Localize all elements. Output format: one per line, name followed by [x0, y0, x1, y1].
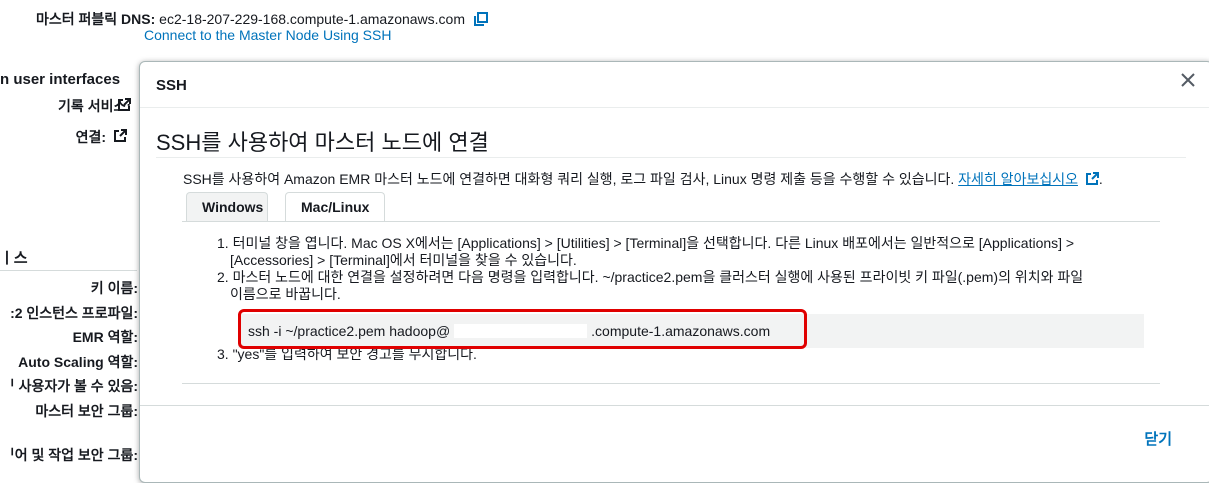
ec2-instance-profile-label: :2 인스턴스 프로파일: [10, 305, 138, 321]
modal-heading: SSH를 사용하여 마스터 노드에 연결 [156, 130, 489, 155]
section-divider [0, 270, 137, 271]
learn-more-link[interactable]: 자세히 알아보십시오 [958, 171, 1078, 187]
close-button[interactable]: 닫기 [1144, 428, 1172, 449]
connection-label: 연결: [75, 129, 106, 145]
copy-icon[interactable] [473, 12, 488, 26]
key-name-label: 키 이름: [90, 280, 138, 296]
external-link-icon[interactable] [1085, 172, 1099, 185]
dns-label: 마스터 퍼블릭 DNS: [36, 11, 156, 27]
section-user-interfaces: n user interfaces [0, 71, 121, 88]
master-security-group-label: 마스터 보안 그룹: [35, 403, 138, 419]
autoscaling-role-label: Auto Scaling 역할: [18, 354, 138, 370]
section-security: ㅣ스 [0, 250, 28, 267]
tab-divider [182, 221, 1160, 222]
emr-role-label: EMR 역할: [72, 329, 138, 345]
heading-divider [156, 157, 1186, 158]
step-1-line-1: 1. 터미널 창을 엽니다. Mac OS X에서는 [Applications… [217, 235, 1075, 251]
tab-windows[interactable]: Windows [186, 192, 268, 221]
tab-mac-linux[interactable]: Mac/Linux [285, 192, 385, 222]
external-link-icon[interactable] [114, 129, 127, 142]
ssh-connect-link[interactable]: Connect to the Master Node Using SSH [144, 27, 391, 43]
ssh-modal: SSH SSH를 사용하여 마스터 노드에 연결 SSH를 사용하여 Amazo… [139, 61, 1209, 483]
description-text: SSH를 사용하여 Amazon EMR 마스터 노드에 연결하면 대화형 쿼리… [183, 171, 955, 187]
modal-description: SSH를 사용하여 Amazon EMR 마스터 노드에 연결하면 대화형 쿼리… [183, 171, 1103, 187]
modal-title: SSH [156, 77, 187, 94]
body-divider [182, 383, 1160, 384]
dns-value: ec2-18-207-229-168.compute-1.amazonaws.c… [159, 11, 466, 27]
dns-row: 마스터 퍼블릭 DNS: ec2-18-207-229-168.compute-… [36, 9, 488, 29]
step-2-line-2: 이름으로 바꿉니다. [230, 286, 341, 302]
close-icon[interactable] [1178, 70, 1198, 90]
footer-divider [140, 405, 1209, 406]
visible-to-users-label: ᅵ 사용자가 볼 수 있음: [1, 378, 138, 394]
command-highlight-annotation [238, 309, 807, 349]
step-1-line-2: [Accessories] > [Terminal]에서 터미널을 찾을 수 있… [230, 252, 577, 268]
step-2-line-1: 2. 마스터 노드에 대한 연결을 설정하려면 다음 명령을 입력합니다. ~/… [217, 269, 1084, 285]
core-task-security-group-label: ᅵ어 및 작업 보안 그룹: [1, 447, 138, 463]
external-link-icon[interactable] [118, 98, 131, 111]
modal-header: SSH [140, 62, 1209, 108]
